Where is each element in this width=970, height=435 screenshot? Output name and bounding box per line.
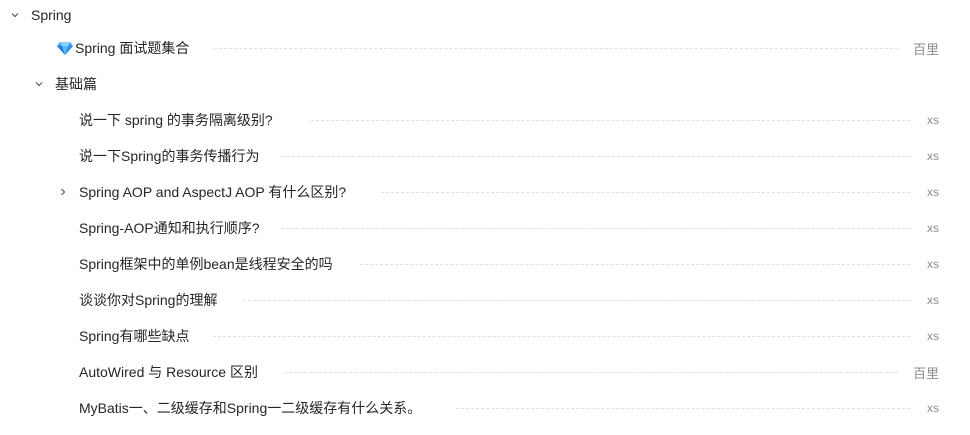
chevron-down-icon[interactable] bbox=[9, 9, 21, 21]
tree-doc-item[interactable]: Spring AOP and AspectJ AOP 有什么区别? xs bbox=[0, 174, 970, 210]
doc-title[interactable]: Spring AOP and AspectJ AOP 有什么区别? bbox=[79, 182, 346, 202]
doc-title[interactable]: 说一下Spring的事务传播行为 bbox=[79, 146, 259, 166]
doc-title[interactable]: Spring 面试题集合 bbox=[57, 38, 189, 58]
doc-title[interactable]: Spring有哪些缺点 bbox=[79, 326, 189, 346]
dotted-leader bbox=[282, 156, 910, 157]
doc-author[interactable]: xs bbox=[927, 329, 939, 343]
dotted-leader bbox=[381, 192, 910, 193]
doc-author[interactable]: 百里 bbox=[913, 363, 939, 382]
doc-title[interactable]: 谈谈你对Spring的理解 bbox=[79, 290, 217, 310]
doc-author[interactable]: xs bbox=[927, 257, 939, 271]
doc-title[interactable]: Spring框架中的单例bean是线程安全的吗 bbox=[79, 254, 333, 274]
tree-doc-item[interactable]: 谈谈你对Spring的理解 xs bbox=[0, 282, 970, 318]
dotted-leader bbox=[456, 408, 910, 409]
diamond-icon bbox=[57, 42, 73, 55]
tree-node-label[interactable]: Spring bbox=[31, 7, 71, 23]
doc-title[interactable]: Spring-AOP通知和执行顺序? bbox=[79, 218, 259, 238]
doc-author[interactable]: xs bbox=[927, 221, 939, 235]
chevron-down-icon[interactable] bbox=[33, 78, 45, 90]
document-tree: Spring Spring 面试题集合 百里 基础篇 说一下 spring 的事… bbox=[0, 0, 970, 426]
dotted-leader bbox=[281, 228, 910, 229]
doc-author[interactable]: xs bbox=[927, 149, 939, 163]
doc-author[interactable]: 百里 bbox=[913, 39, 939, 58]
tree-doc-item[interactable]: MyBatis一、二级缓存和Spring一二级缓存有什么关系。 xs bbox=[0, 390, 970, 426]
dotted-leader bbox=[243, 300, 910, 301]
tree-node-label[interactable]: 基础篇 bbox=[55, 74, 97, 94]
dotted-leader bbox=[360, 264, 910, 265]
dotted-leader bbox=[213, 336, 910, 337]
dotted-leader bbox=[214, 48, 898, 49]
tree-doc-item[interactable]: Spring框架中的单例bean是线程安全的吗 xs bbox=[0, 246, 970, 282]
doc-author[interactable]: xs bbox=[927, 185, 939, 199]
tree-doc-item[interactable]: AutoWired 与 Resource 区别 百里 bbox=[0, 354, 970, 390]
doc-author[interactable]: xs bbox=[927, 401, 939, 415]
tree-doc-featured[interactable]: Spring 面试题集合 百里 bbox=[0, 30, 970, 66]
tree-doc-item[interactable]: 说一下Spring的事务传播行为 xs bbox=[0, 138, 970, 174]
dotted-leader bbox=[284, 372, 898, 373]
doc-title[interactable]: MyBatis一、二级缓存和Spring一二级缓存有什么关系。 bbox=[79, 398, 421, 418]
doc-title-text: Spring 面试题集合 bbox=[75, 40, 190, 56]
chevron-right-icon[interactable] bbox=[57, 186, 69, 198]
doc-title[interactable]: AutoWired 与 Resource 区别 bbox=[79, 362, 258, 382]
tree-node-spring[interactable]: Spring bbox=[0, 0, 970, 30]
tree-doc-item[interactable]: Spring有哪些缺点 xs bbox=[0, 318, 970, 354]
doc-title[interactable]: 说一下 spring 的事务隔离级别? bbox=[79, 110, 273, 130]
doc-author[interactable]: xs bbox=[927, 293, 939, 307]
tree-node-basics[interactable]: 基础篇 bbox=[0, 66, 970, 102]
tree-doc-item[interactable]: Spring-AOP通知和执行顺序? xs bbox=[0, 210, 970, 246]
tree-doc-item[interactable]: 说一下 spring 的事务隔离级别? xs bbox=[0, 102, 970, 138]
doc-author[interactable]: xs bbox=[927, 113, 939, 127]
dotted-leader bbox=[311, 120, 910, 121]
